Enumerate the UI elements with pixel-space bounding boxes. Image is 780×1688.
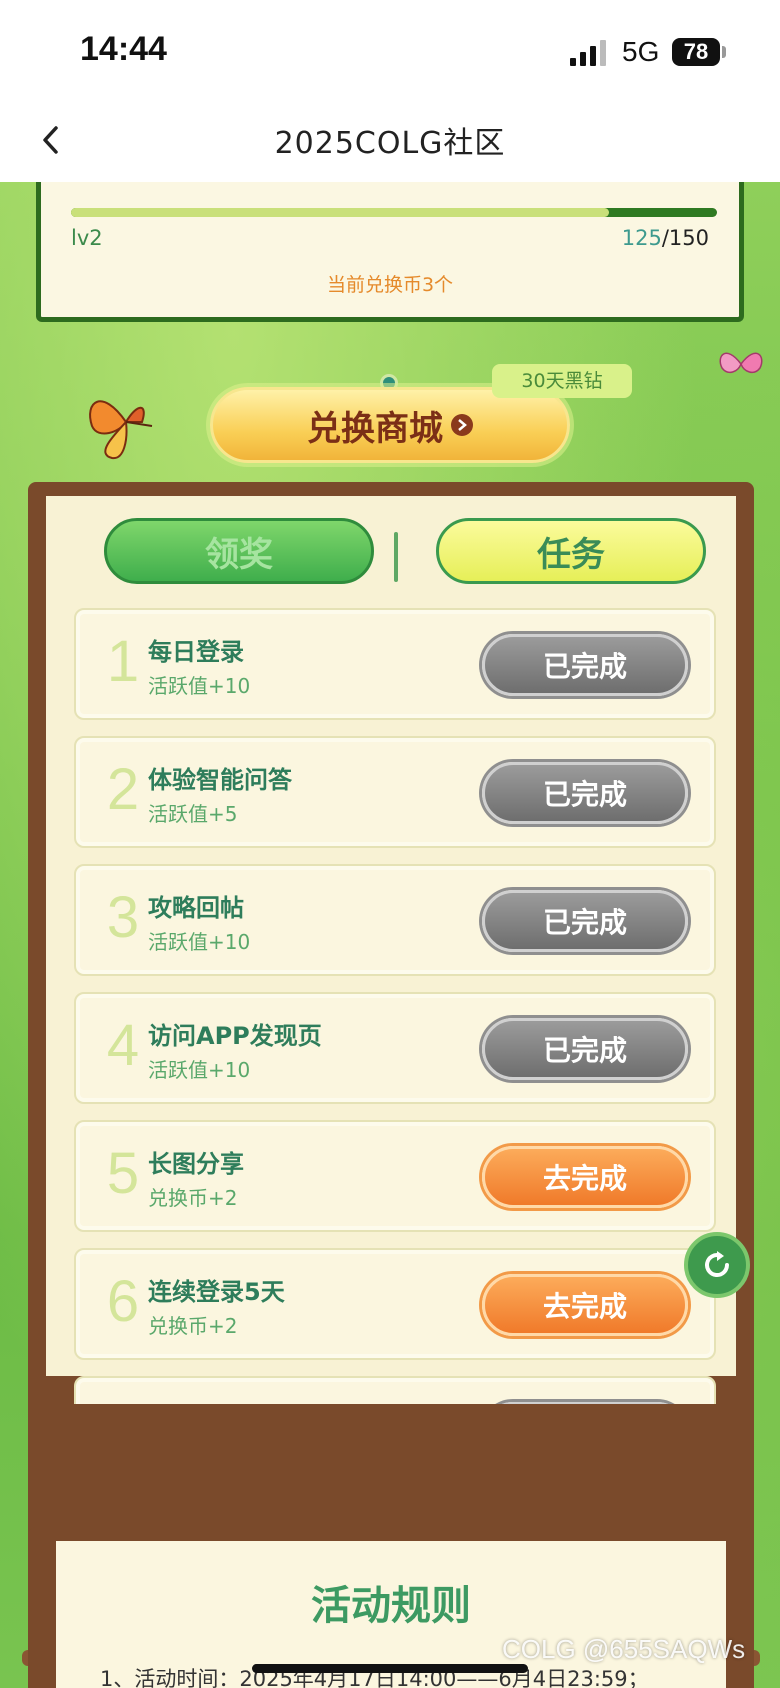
page-title: 2025COLG社区 bbox=[274, 126, 506, 161]
level-progress-bar bbox=[71, 208, 717, 217]
task-title: 长图分享 bbox=[148, 1150, 244, 1178]
tab-divider bbox=[394, 532, 398, 582]
task-number: 7 bbox=[98, 1396, 148, 1404]
task-item: 2 体验智能问答活跃值+5 已完成 bbox=[74, 736, 716, 848]
task-item: 3 攻略回帖活跃值+10 已完成 bbox=[74, 864, 716, 976]
task-board-panel: 领奖 任务 1 每日登录活跃值+10 已完成 2 体验智能问答活跃值+5 已完成 3 攻略回帖… bbox=[46, 496, 736, 1404]
task-go-button[interactable]: 去完成 bbox=[482, 1146, 688, 1208]
task-number: 1 bbox=[106, 629, 140, 694]
butterfly-icon bbox=[719, 352, 763, 374]
tab-tasks[interactable]: 任务 bbox=[436, 518, 706, 584]
task-number: 2 bbox=[106, 757, 140, 822]
task-title: 活动帖回帖 bbox=[148, 1400, 268, 1404]
level-count: 125/150 bbox=[622, 226, 709, 250]
level-current: 125 bbox=[621, 226, 662, 250]
task-title: 连续登录5天 bbox=[148, 1278, 285, 1306]
task-item: 6 连续登录5天兑换币+2 去完成 bbox=[74, 1248, 716, 1360]
task-number: 3 bbox=[106, 885, 140, 950]
task-completed-button[interactable]: 已完成 bbox=[482, 890, 688, 952]
level-label: lv2 bbox=[71, 226, 103, 250]
tab-rewards[interactable]: 领奖 bbox=[104, 518, 374, 584]
home-indicator bbox=[252, 1664, 528, 1673]
task-number: 4 bbox=[106, 1013, 140, 1078]
task-title: 攻略回帖 bbox=[148, 894, 244, 922]
task-number: 6 bbox=[106, 1269, 140, 1334]
task-completed-button[interactable]: 已完成 bbox=[482, 762, 688, 824]
battery-icon: 78 bbox=[672, 38, 720, 66]
task-list: 1 每日登录 活跃值+10 已完成 2 体验智能问答 活跃值+5 已完成 3 攻略回帖 活跃值+10… bbox=[74, 608, 716, 1404]
task-number: 5 bbox=[106, 1141, 140, 1206]
task-reward: 活跃值+10 bbox=[148, 930, 251, 954]
rules-title: 活动规则 bbox=[311, 1582, 471, 1629]
task-reward: 兑换币+2 bbox=[148, 1186, 238, 1210]
task-board: 领奖 任务 1 每日登录活跃值+10 已完成 2 体验智能问答活跃值+5 已完成 3 攻略回帖… bbox=[22, 482, 760, 1682]
level-progress-fill bbox=[71, 208, 610, 217]
battery-tip bbox=[722, 46, 726, 58]
task-item: 7活动帖回帖兑换币+3已完成 bbox=[74, 1376, 716, 1404]
level-card: lv2 125/150 当前兑换币3个 bbox=[36, 182, 744, 322]
status-time: 14:44 bbox=[80, 30, 167, 68]
signal-icon bbox=[570, 40, 606, 66]
watermark: COLG @655SAQWs bbox=[502, 1634, 746, 1664]
butterfly-icon bbox=[89, 400, 153, 460]
task-completed-button[interactable]: 已完成 bbox=[482, 634, 688, 696]
network-label: 5G bbox=[622, 36, 660, 67]
task-completed-button[interactable]: 已完成 bbox=[482, 1018, 688, 1080]
level-total: /150 bbox=[661, 226, 709, 250]
task-completed-button[interactable]: 已完成 bbox=[482, 1402, 688, 1404]
chevron-right-circle-icon bbox=[451, 414, 473, 436]
task-reward: 活跃值+10 bbox=[148, 1058, 251, 1082]
task-title: 体验智能问答 bbox=[148, 766, 292, 794]
nav-bar: 2025COLG社区 bbox=[0, 100, 780, 182]
task-reward: 活跃值+5 bbox=[148, 802, 238, 826]
task-title: 每日登录 bbox=[148, 638, 244, 666]
task-reward: 兑换币+2 bbox=[148, 1314, 238, 1338]
shop-badge: 30天黑钻 bbox=[492, 364, 632, 398]
refresh-button[interactable] bbox=[684, 1232, 750, 1298]
event-scene: lv2 125/150 当前兑换币3个 兑换商城 30天黑钻 领奖 任务 1 每日… bbox=[0, 182, 780, 1688]
task-reward: 活跃值+10 bbox=[148, 674, 251, 698]
task-title: 访问APP发现页 bbox=[148, 1022, 322, 1050]
task-go-button[interactable]: 去完成 bbox=[482, 1274, 688, 1336]
task-item: 1 每日登录活跃值+10 已完成 bbox=[74, 608, 716, 720]
task-item: 5 长图分享兑换币+2 去完成 bbox=[74, 1120, 716, 1232]
exchange-shop-label: 兑换商城 bbox=[307, 408, 443, 449]
refresh-icon bbox=[705, 1251, 730, 1278]
exchange-shop-button[interactable]: 兑换商城 bbox=[210, 387, 570, 463]
status-bar: 14:44 5G 78 bbox=[0, 0, 780, 100]
coins-text: 当前兑换币3个 bbox=[326, 274, 454, 296]
task-item: 4 访问APP发现页活跃值+10 已完成 bbox=[74, 992, 716, 1104]
